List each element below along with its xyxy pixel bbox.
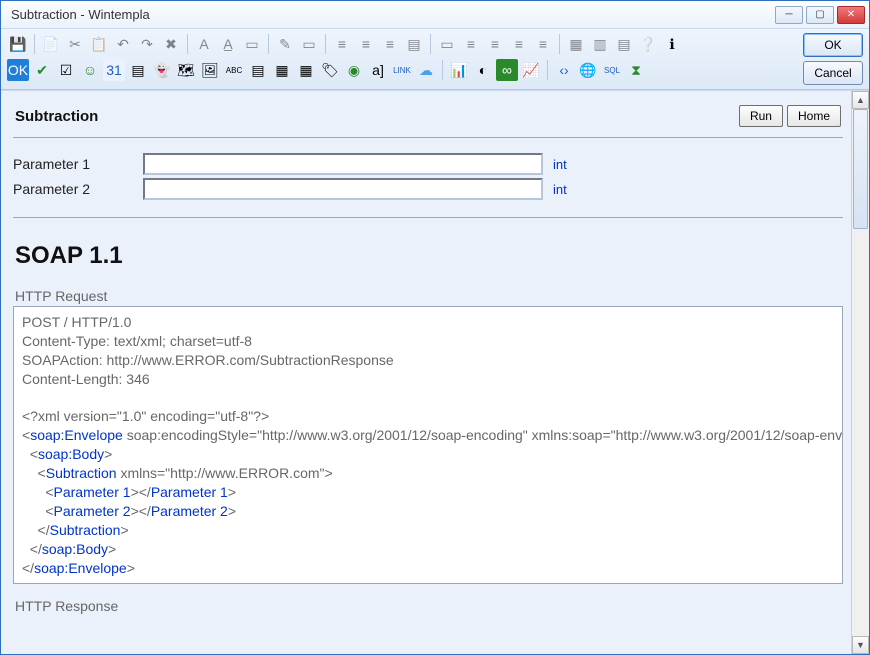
toolbar-separator (187, 34, 188, 54)
param-input-1[interactable] (143, 153, 543, 175)
undo-icon: ↶ (112, 33, 134, 55)
param-row: Parameter 2 int (13, 178, 843, 200)
insert-icon: ✎ (274, 33, 296, 55)
toolbar-row-1: 💾📄✂📋↶↷✖AA̲▭✎▭≡≡≡▤▭≡≡≡≡▦▥▤❔ℹ (7, 33, 683, 55)
align-center-icon: ≡ (355, 33, 377, 55)
form-icon[interactable]: ▤ (127, 59, 149, 81)
http-request-label: HTTP Request (15, 288, 843, 304)
soap-heading: SOAP 1.1 (15, 242, 841, 270)
window-title: Subtraction - Wintempla (11, 7, 775, 22)
param-type: int (553, 157, 567, 172)
pie-icon[interactable]: ◐ (472, 59, 494, 81)
ghost-icon[interactable]: 👻 (151, 59, 173, 81)
image-icon[interactable]: 🖼 (199, 59, 221, 81)
copy-icon: 📄 (40, 33, 62, 55)
http-response-label: HTTP Response (15, 598, 843, 614)
align-left-icon: ≡ (331, 33, 353, 55)
save-icon[interactable]: 💾 (7, 33, 29, 55)
infinity-icon[interactable]: ∞ (496, 59, 518, 81)
redo-icon: ↷ (136, 33, 158, 55)
layers-icon: ▤ (613, 33, 635, 55)
font-bold-icon: A (193, 33, 215, 55)
valign-bot-icon: ≡ (508, 33, 530, 55)
plot-icon[interactable]: 📈 (520, 59, 542, 81)
toolbar-area: 💾📄✂📋↶↷✖AA̲▭✎▭≡≡≡▤▭≡≡≡≡▦▥▤❔ℹ OK✔☑☺31▤👻🗺🖼A… (1, 29, 869, 90)
table-icon[interactable]: ▦ (271, 59, 293, 81)
ok-button[interactable]: OK (803, 33, 863, 57)
link-icon[interactable]: LINK (391, 59, 413, 81)
code-icon[interactable]: ‹› (553, 59, 575, 81)
emoji-icon[interactable]: ☺ (79, 59, 101, 81)
param-label: Parameter 2 (13, 181, 143, 197)
auto-layout-icon: ▭ (436, 33, 458, 55)
cancel-button[interactable]: Cancel (803, 61, 863, 85)
map-icon[interactable]: 🗺 (175, 59, 197, 81)
run-button[interactable]: Run (739, 105, 783, 127)
auto-insert-icon: ▭ (298, 33, 320, 55)
scroll-down-arrow[interactable]: ▼ (852, 636, 869, 654)
sheet-icon[interactable]: ▦ (295, 59, 317, 81)
param-label: Parameter 1 (13, 156, 143, 172)
cut-icon: ✂ (64, 33, 86, 55)
tag-icon[interactable]: 🏷 (319, 59, 341, 81)
toolbar-separator (430, 34, 431, 54)
http-request-box: POST / HTTP/1.0 Content-Type: text/xml; … (13, 306, 843, 584)
sql-icon[interactable]: SQL (601, 59, 623, 81)
minimize-button[interactable]: ─ (775, 6, 803, 24)
grid-icon: ▦ (565, 33, 587, 55)
scroll-up-arrow[interactable]: ▲ (852, 91, 869, 109)
hourglass-icon[interactable]: ⧗ (625, 59, 647, 81)
scroll-thumb[interactable] (853, 109, 868, 229)
app-window: Subtraction - Wintempla ─ ▢ ✕ 💾 📄✂📋↶↷✖ AA̲… (0, 0, 870, 655)
param-row: Parameter 1 int (13, 153, 843, 175)
scroll-area[interactable]: Subtraction Run Home Parameter 1intParam… (1, 91, 851, 654)
vdistribute-icon: ≡ (532, 33, 554, 55)
align-right-icon: ≡ (379, 33, 401, 55)
snap-icon: ▥ (589, 33, 611, 55)
toolbar-row-2: OK✔☑☺31▤👻🗺🖼ABC▤▦▦🏷◉a]LINK☁📊◐∞📈‹›🌐SQL⧗ (7, 59, 683, 81)
cloud-icon[interactable]: ☁ (415, 59, 437, 81)
panel-header: Subtraction Run Home (13, 101, 843, 138)
maximize-button[interactable]: ▢ (806, 6, 834, 24)
textbox-icon[interactable]: a] (367, 59, 389, 81)
delete-icon: ✖ (160, 33, 182, 55)
param-input-2[interactable] (143, 178, 543, 200)
toolbar-separator (268, 34, 269, 54)
toolbar-separator (442, 60, 443, 80)
chart-icon[interactable]: 📊 (448, 59, 470, 81)
globe-icon[interactable]: 🌐 (577, 59, 599, 81)
parameters-block: Parameter 1 int Parameter 2 int (13, 138, 843, 218)
toolbar-separator (547, 60, 548, 80)
ok-button-icon[interactable]: OK (7, 59, 29, 81)
valign-top-icon: ≡ (460, 33, 482, 55)
vscrollbar[interactable]: ▲ ▼ (851, 91, 869, 654)
distribute-icon: ▤ (403, 33, 425, 55)
toolbar-separator (34, 34, 35, 54)
content-area: Subtraction Run Home Parameter 1intParam… (1, 90, 869, 654)
calendar-icon[interactable]: 31 (103, 59, 125, 81)
abc-icon[interactable]: ABC (223, 59, 245, 81)
toolbar-separator (325, 34, 326, 54)
doc-icon[interactable]: ▤ (247, 59, 269, 81)
toolbar-separator (559, 34, 560, 54)
checkbox-icon[interactable]: ✔ (31, 59, 53, 81)
info-icon[interactable]: ℹ (661, 33, 683, 55)
titlebar: Subtraction - Wintempla ─ ▢ ✕ (1, 1, 869, 29)
record-icon[interactable]: ◉ (343, 59, 365, 81)
close-button[interactable]: ✕ (837, 6, 865, 24)
list-check-icon[interactable]: ☑ (55, 59, 77, 81)
home-button[interactable]: Home (787, 105, 841, 127)
auto-format-icon: ▭ (241, 33, 263, 55)
font-underline-icon: A̲ (217, 33, 239, 55)
valign-mid-icon: ≡ (484, 33, 506, 55)
paste-icon: 📋 (88, 33, 110, 55)
panel-title: Subtraction (15, 108, 735, 125)
param-type: int (553, 182, 567, 197)
help-icon[interactable]: ❔ (637, 33, 659, 55)
